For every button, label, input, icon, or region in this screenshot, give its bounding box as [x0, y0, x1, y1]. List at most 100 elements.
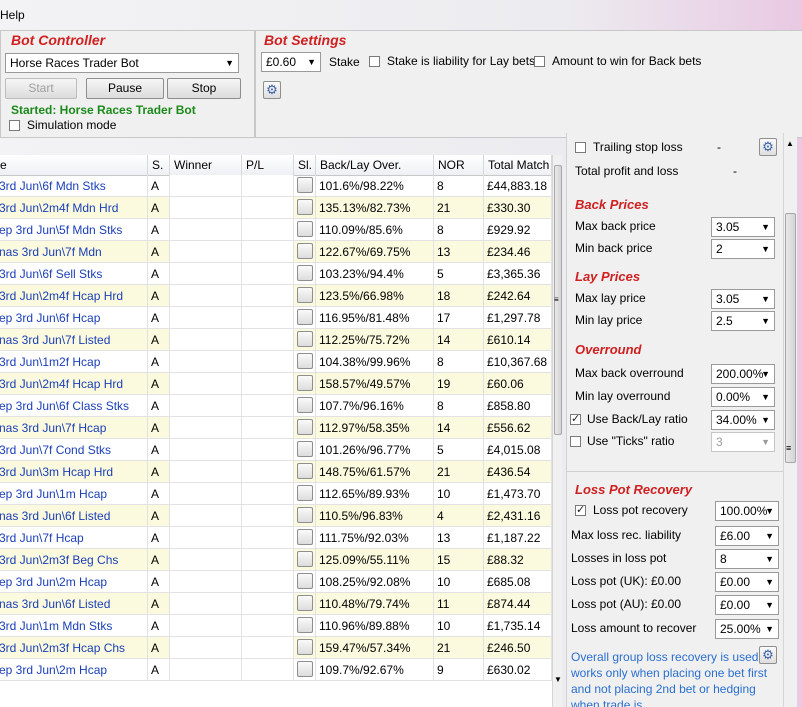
min-back-select[interactable]: 2 ▼ — [711, 239, 775, 259]
col-nor[interactable]: NOR — [434, 155, 484, 175]
max-overround-select[interactable]: 200.00% ▼ — [711, 364, 775, 384]
table-row[interactable]: ep 3rd Jun\1m Hcap A 112.65%/89.93% 10 £1,47… — [0, 483, 552, 505]
name-cell[interactable]: 3rd Jun\6f Sell Stks — [0, 263, 148, 285]
max-loss-select[interactable]: £6.00 ▼ — [715, 526, 779, 546]
name-cell[interactable]: ep 3rd Jun\5f Mdn Stks — [0, 219, 148, 241]
table-row[interactable]: 3rd Jun\7f Cond Stks A 101.26%/96.77% 5 £4,0… — [0, 439, 552, 461]
col-status[interactable]: S. — [148, 155, 170, 175]
settings-scroll-thumb[interactable] — [785, 213, 796, 463]
settings-scroll-up-icon[interactable]: ▲ — [786, 139, 794, 148]
grid-scrollbar[interactable]: ≡ ▼ — [552, 155, 562, 707]
table-row[interactable]: 3rd Jun\6f Sell Stks A 103.23%/94.4% 5 £3,36… — [0, 263, 552, 285]
bot-select[interactable]: Horse Races Trader Bot ▼ — [5, 53, 239, 73]
settings-scrollbar[interactable]: ▲ ≡ — [783, 133, 797, 707]
table-row[interactable]: ep 3rd Jun\2m Hcap A 109.7%/92.67% 9 £630.02 — [0, 659, 552, 681]
name-cell[interactable]: 3rd Jun\7f Cond Stks — [0, 439, 148, 461]
table-row[interactable]: 3rd Jun\2m4f Hcap Hrd A 123.5%/66.98% 18 £24… — [0, 285, 552, 307]
stoploss-button[interactable] — [297, 617, 313, 633]
name-cell[interactable]: 3rd Jun\1m Mdn Stks — [0, 615, 148, 637]
pause-button[interactable]: Pause — [86, 78, 164, 99]
stoploss-button[interactable] — [297, 375, 313, 391]
table-row[interactable]: 3rd Jun\7f Hcap A 111.75%/92.03% 13 £1,187.2… — [0, 527, 552, 549]
stoploss-button[interactable] — [297, 419, 313, 435]
table-row[interactable]: nas 3rd Jun\7f Mdn A 122.67%/69.75% 13 £234.… — [0, 241, 552, 263]
col-name[interactable]: e — [0, 155, 148, 175]
name-cell[interactable]: 3rd Jun\3m Hcap Hrd — [0, 461, 148, 483]
stoploss-button[interactable] — [297, 463, 313, 479]
start-button[interactable]: Start — [5, 78, 77, 99]
name-cell[interactable]: 3rd Jun\1m2f Hcap — [0, 351, 148, 373]
table-row[interactable]: ep 3rd Jun\2m Hcap A 108.25%/92.08% 10 £685.… — [0, 571, 552, 593]
trailing-gear-icon[interactable]: ⚙ — [759, 138, 777, 156]
name-cell[interactable]: 3rd Jun\2m4f Hcap Hrd — [0, 373, 148, 395]
table-row[interactable]: 3rd Jun\2m3f Hcap Chs A 159.47%/57.34% 21 £2… — [0, 637, 552, 659]
losses-in-pot-select[interactable]: 8 ▼ — [715, 549, 779, 569]
loss-pot-uk-select[interactable]: £0.00 ▼ — [715, 572, 779, 592]
col-overround[interactable]: Back/Lay Over. — [316, 155, 434, 175]
stoploss-button[interactable] — [297, 331, 313, 347]
stoploss-button[interactable] — [297, 265, 313, 281]
name-cell[interactable]: nas 3rd Jun\6f Listed — [0, 505, 148, 527]
col-stoploss[interactable]: Sl. — [294, 155, 316, 175]
table-row[interactable]: 3rd Jun\3m Hcap Hrd A 148.75%/61.57% 21 £436… — [0, 461, 552, 483]
col-pl[interactable]: P/L — [242, 155, 294, 175]
col-winner[interactable]: Winner — [170, 155, 242, 175]
name-cell[interactable]: ep 3rd Jun\2m Hcap — [0, 659, 148, 681]
max-back-select[interactable]: 3.05 ▼ — [711, 217, 775, 237]
menu-help[interactable]: Help — [0, 8, 25, 22]
simulation-checkbox[interactable] — [9, 120, 20, 131]
table-row[interactable]: ep 3rd Jun\5f Mdn Stks A 110.09%/85.6% 8 £92… — [0, 219, 552, 241]
back-lay-ratio-select[interactable]: 34.00% ▼ — [711, 410, 775, 430]
table-row[interactable]: 3rd Jun\2m3f Beg Chs A 125.09%/55.11% 15 £88… — [0, 549, 552, 571]
table-row[interactable]: nas 3rd Jun\6f Listed A 110.5%/96.83% 4 £2,4… — [0, 505, 552, 527]
table-row[interactable]: ep 3rd Jun\6f Class Stks A 107.7%/96.16% 8 £… — [0, 395, 552, 417]
name-cell[interactable]: ep 3rd Jun\6f Class Stks — [0, 395, 148, 417]
max-lay-select[interactable]: 3.05 ▼ — [711, 289, 775, 309]
loss-pot-gear-icon[interactable]: ⚙ — [759, 646, 777, 664]
table-row[interactable]: nas 3rd Jun\6f Listed A 110.48%/79.74% 11 £8… — [0, 593, 552, 615]
ticks-ratio-checkbox[interactable] — [570, 436, 581, 447]
stoploss-button[interactable] — [297, 221, 313, 237]
loss-pot-recovery-select[interactable]: 100.00% ▼ — [715, 501, 779, 521]
stoploss-button[interactable] — [297, 551, 313, 567]
stoploss-button[interactable] — [297, 309, 313, 325]
name-cell[interactable]: ep 3rd Jun\6f Hcap — [0, 307, 148, 329]
min-lay-select[interactable]: 2.5 ▼ — [711, 311, 775, 331]
table-row[interactable]: 3rd Jun\2m4f Hcap Hrd A 158.57%/49.57% 19 £6… — [0, 373, 552, 395]
name-cell[interactable]: ep 3rd Jun\2m Hcap — [0, 571, 148, 593]
stoploss-button[interactable] — [297, 287, 313, 303]
loss-amount-select[interactable]: 25.00% ▼ — [715, 619, 779, 639]
stoploss-button[interactable] — [297, 507, 313, 523]
min-overround-select[interactable]: 0.00% ▼ — [711, 387, 775, 407]
stoploss-button[interactable] — [297, 441, 313, 457]
table-row[interactable]: 3rd Jun\2m4f Mdn Hrd A 135.13%/82.73% 21 £33… — [0, 197, 552, 219]
stoploss-button[interactable] — [297, 529, 313, 545]
stop-button[interactable]: Stop — [167, 78, 241, 99]
loss-pot-recovery-checkbox[interactable] — [575, 503, 586, 516]
loss-pot-au-select[interactable]: £0.00 ▼ — [715, 595, 779, 615]
name-cell[interactable]: nas 3rd Jun\7f Mdn — [0, 241, 148, 263]
stoploss-button[interactable] — [297, 639, 313, 655]
liability-checkbox[interactable] — [369, 56, 380, 67]
name-cell[interactable]: 3rd Jun\2m4f Mdn Hrd — [0, 197, 148, 219]
table-row[interactable]: nas 3rd Jun\7f Listed A 112.25%/75.72% 14 £6… — [0, 329, 552, 351]
stoploss-button[interactable] — [297, 573, 313, 589]
col-total[interactable]: Total Match — [484, 155, 552, 175]
trailing-checkbox[interactable] — [575, 142, 586, 153]
table-row[interactable]: ep 3rd Jun\6f Hcap A 116.95%/81.48% 17 £1,29… — [0, 307, 552, 329]
name-cell[interactable]: 3rd Jun\2m4f Hcap Hrd — [0, 285, 148, 307]
amount-checkbox[interactable] — [534, 56, 545, 67]
table-row[interactable]: 3rd Jun\1m Mdn Stks A 110.96%/89.88% 10 £1,7… — [0, 615, 552, 637]
ticks-ratio-select[interactable]: 3 ▼ — [711, 432, 775, 452]
stoploss-button[interactable] — [297, 177, 313, 193]
settings-gear-icon[interactable]: ⚙ — [263, 81, 281, 99]
table-row[interactable]: 3rd Jun\1m2f Hcap A 104.38%/99.96% 8 £10,367… — [0, 351, 552, 373]
scroll-down-arrow-icon[interactable]: ▼ — [554, 675, 562, 684]
name-cell[interactable]: ep 3rd Jun\1m Hcap — [0, 483, 148, 505]
table-row[interactable]: 3rd Jun\6f Mdn Stks A 101.6%/98.22% 8 £44,88… — [0, 175, 552, 197]
back-lay-ratio-checkbox[interactable] — [570, 412, 581, 425]
stoploss-button[interactable] — [297, 199, 313, 215]
stoploss-button[interactable] — [297, 485, 313, 501]
stoploss-button[interactable] — [297, 661, 313, 677]
stoploss-button[interactable] — [297, 595, 313, 611]
